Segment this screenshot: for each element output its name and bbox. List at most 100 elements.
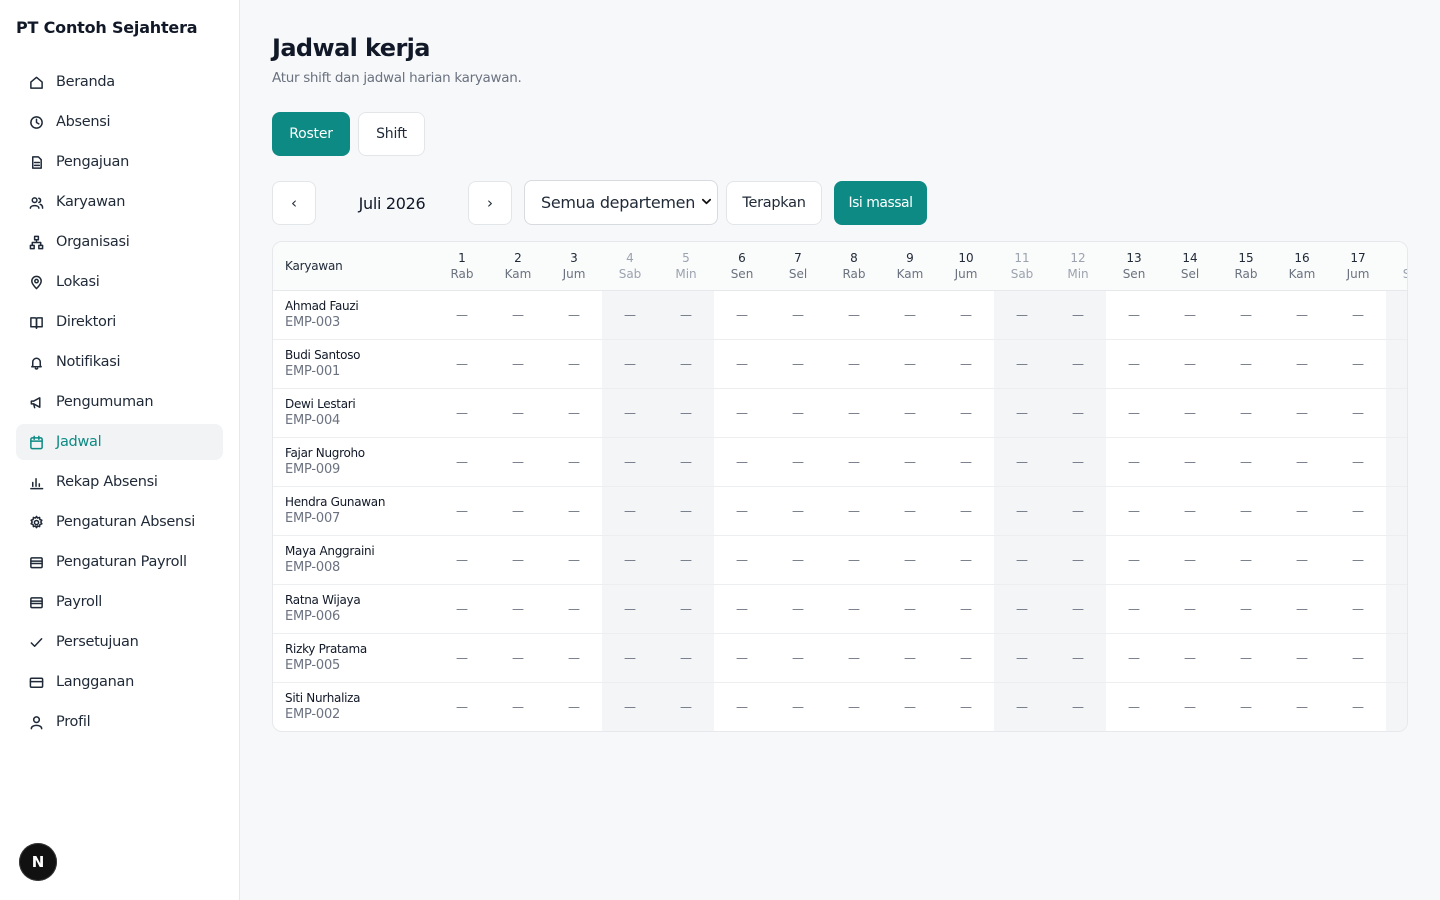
tab-shift[interactable]: Shift	[358, 112, 425, 156]
schedule-cell[interactable]: —	[1050, 340, 1106, 388]
schedule-cell[interactable]: —	[546, 683, 602, 731]
schedule-cell[interactable]: —	[882, 683, 938, 731]
schedule-cell[interactable]: —	[882, 634, 938, 682]
schedule-cell[interactable]: —	[1218, 536, 1274, 584]
schedule-cell[interactable]: —	[882, 438, 938, 486]
schedule-cell[interactable]: —	[1218, 487, 1274, 535]
schedule-cell[interactable]: —	[938, 536, 994, 584]
dev-badge-button[interactable]: N	[19, 843, 57, 881]
schedule-cell[interactable]: —	[714, 585, 770, 633]
schedule-cell[interactable]: —	[1330, 683, 1386, 731]
schedule-cell[interactable]: —	[490, 536, 546, 584]
schedule-cell[interactable]: —	[1106, 291, 1162, 339]
schedule-cell[interactable]: —	[490, 585, 546, 633]
schedule-cell[interactable]: —	[882, 291, 938, 339]
schedule-cell[interactable]: —	[1330, 536, 1386, 584]
schedule-cell[interactable]: —	[1386, 585, 1407, 633]
sidebar-item-profil[interactable]: Profil	[16, 704, 223, 740]
schedule-cell[interactable]: —	[1218, 683, 1274, 731]
schedule-cell[interactable]: —	[938, 438, 994, 486]
schedule-cell[interactable]: —	[826, 291, 882, 339]
schedule-cell[interactable]: —	[826, 340, 882, 388]
schedule-cell[interactable]: —	[994, 585, 1050, 633]
sidebar-item-rekap-absensi[interactable]: Rekap Absensi	[16, 464, 223, 500]
sidebar-item-payroll[interactable]: Payroll	[16, 584, 223, 620]
schedule-cell[interactable]: —	[1274, 340, 1330, 388]
next-month-button[interactable]: ›	[468, 181, 512, 225]
schedule-cell[interactable]: —	[1162, 389, 1218, 437]
schedule-cell[interactable]: —	[714, 487, 770, 535]
schedule-cell[interactable]: —	[546, 487, 602, 535]
schedule-cell[interactable]: —	[1330, 291, 1386, 339]
schedule-cell[interactable]: —	[1162, 438, 1218, 486]
schedule-cell[interactable]: —	[546, 438, 602, 486]
schedule-cell[interactable]: —	[826, 389, 882, 437]
schedule-cell[interactable]: —	[1274, 389, 1330, 437]
schedule-cell[interactable]: —	[602, 389, 658, 437]
schedule-cell[interactable]: —	[490, 683, 546, 731]
schedule-cell[interactable]: —	[770, 291, 826, 339]
schedule-cell[interactable]: —	[994, 389, 1050, 437]
schedule-cell[interactable]: —	[658, 389, 714, 437]
schedule-cell[interactable]: —	[658, 487, 714, 535]
sidebar-item-pengajuan[interactable]: Pengajuan	[16, 144, 223, 180]
schedule-cell[interactable]: —	[1386, 536, 1407, 584]
schedule-cell[interactable]: —	[714, 634, 770, 682]
schedule-cell[interactable]: —	[490, 389, 546, 437]
schedule-cell[interactable]: —	[1162, 683, 1218, 731]
schedule-cell[interactable]: —	[1106, 487, 1162, 535]
schedule-cell[interactable]: —	[770, 487, 826, 535]
schedule-cell[interactable]: —	[826, 536, 882, 584]
schedule-cell[interactable]: —	[1274, 536, 1330, 584]
schedule-cell[interactable]: —	[658, 536, 714, 584]
schedule-cell[interactable]: —	[1106, 536, 1162, 584]
tab-roster[interactable]: Roster	[272, 112, 350, 156]
schedule-cell[interactable]: —	[1330, 487, 1386, 535]
schedule-cell[interactable]: —	[882, 585, 938, 633]
apply-button[interactable]: Terapkan	[726, 181, 822, 225]
schedule-cell[interactable]: —	[490, 438, 546, 486]
schedule-cell[interactable]: —	[826, 487, 882, 535]
schedule-cell[interactable]: —	[882, 487, 938, 535]
schedule-cell[interactable]: —	[994, 291, 1050, 339]
schedule-cell[interactable]: —	[434, 536, 490, 584]
schedule-cell[interactable]: —	[882, 536, 938, 584]
schedule-cell[interactable]: —	[938, 291, 994, 339]
sidebar-item-karyawan[interactable]: Karyawan	[16, 184, 223, 220]
schedule-cell[interactable]: —	[1274, 438, 1330, 486]
schedule-cell[interactable]: —	[1218, 585, 1274, 633]
schedule-cell[interactable]: —	[658, 585, 714, 633]
schedule-cell[interactable]: —	[490, 291, 546, 339]
schedule-cell[interactable]: —	[1050, 585, 1106, 633]
schedule-cell[interactable]: —	[1386, 389, 1407, 437]
schedule-cell[interactable]: —	[770, 389, 826, 437]
schedule-cell[interactable]: —	[1386, 340, 1407, 388]
schedule-cell[interactable]: —	[1386, 634, 1407, 682]
sidebar-item-pengaturan-absensi[interactable]: Pengaturan Absensi	[16, 504, 223, 540]
sidebar-item-persetujuan[interactable]: Persetujuan	[16, 624, 223, 660]
schedule-cell[interactable]: —	[770, 634, 826, 682]
schedule-cell[interactable]: —	[994, 683, 1050, 731]
schedule-cell[interactable]: —	[1162, 340, 1218, 388]
schedule-cell[interactable]: —	[658, 634, 714, 682]
schedule-cell[interactable]: —	[546, 634, 602, 682]
schedule-cell[interactable]: —	[1274, 634, 1330, 682]
schedule-cell[interactable]: —	[1330, 438, 1386, 486]
schedule-cell[interactable]: —	[1106, 585, 1162, 633]
schedule-cell[interactable]: —	[1050, 634, 1106, 682]
schedule-cell[interactable]: —	[1218, 438, 1274, 486]
schedule-cell[interactable]: —	[434, 389, 490, 437]
schedule-cell[interactable]: —	[826, 438, 882, 486]
schedule-cell[interactable]: —	[1050, 487, 1106, 535]
previous-month-button[interactable]: ‹	[272, 181, 316, 225]
schedule-cell[interactable]: —	[826, 683, 882, 731]
schedule-cell[interactable]: —	[714, 389, 770, 437]
schedule-cell[interactable]: —	[658, 438, 714, 486]
schedule-cell[interactable]: —	[714, 340, 770, 388]
schedule-cell[interactable]: —	[434, 438, 490, 486]
schedule-cell[interactable]: —	[1330, 340, 1386, 388]
schedule-cell[interactable]: —	[434, 585, 490, 633]
schedule-cell[interactable]: —	[1162, 291, 1218, 339]
schedule-cell[interactable]: —	[602, 585, 658, 633]
schedule-cell[interactable]: —	[490, 487, 546, 535]
